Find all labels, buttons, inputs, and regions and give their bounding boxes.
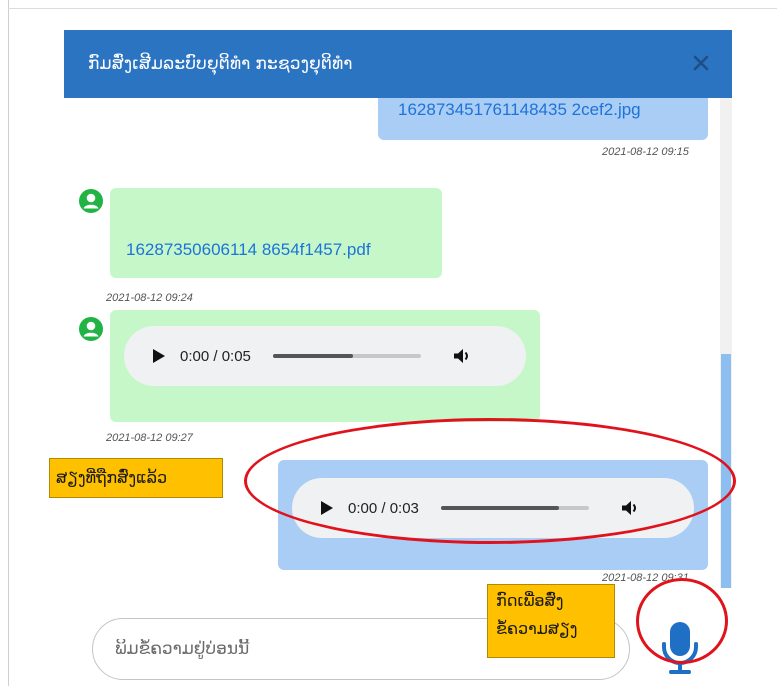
message-timestamp: 2021-08-12 09:31 xyxy=(602,572,689,584)
audio-buffered-fill xyxy=(272,354,353,358)
mic-hint-line1: ກົດເພື່ອສົ່ງ xyxy=(496,591,564,610)
window-top-border xyxy=(8,0,777,9)
message-composer xyxy=(64,588,732,686)
volume-icon[interactable] xyxy=(453,347,471,365)
attachment-link[interactable]: 16287350606114 8654f1457.pdf xyxy=(126,240,371,260)
chat-scrollbar[interactable] xyxy=(720,98,732,588)
received-message-bubble: 16287350606114 8654f1457.pdf xyxy=(110,188,442,278)
microphone-icon[interactable] xyxy=(656,616,704,680)
message-timestamp: 2021-08-12 09:27 xyxy=(106,432,193,444)
sent-voice-callout-text: ສຽງທີ່ຖືກສົ່ງແລ້ວ xyxy=(56,468,168,487)
attachment-link[interactable]: 162873451761148435 2cef2.jpg xyxy=(398,100,641,120)
volume-icon[interactable] xyxy=(621,499,639,517)
audio-time: 0:00 / 0:03 xyxy=(348,499,419,517)
message-timestamp: 2021-08-12 09:15 xyxy=(602,146,689,158)
user-avatar-icon xyxy=(78,188,104,214)
audio-time: 0:00 / 0:05 xyxy=(180,347,251,365)
sent-voice-callout: ສຽງທີ່ຖືກສົ່ງແລ້ວ xyxy=(49,458,223,498)
audio-player[interactable]: 0:00 / 0:05 xyxy=(124,326,526,386)
chat-dialog: ກົມສົ່ງເສີມລະບົບຍຸຕິທຳ ກະຊວງຍຸຕິທຳ 16287… xyxy=(64,30,732,686)
message-list[interactable]: 162873451761148435 2cef2.jpg 2021-08-12 … xyxy=(64,98,732,588)
dialog-header: ກົມສົ່ງເສີມລະບົບຍຸຕິທຳ ກະຊວງຍຸຕິທຳ xyxy=(64,30,732,98)
play-icon[interactable] xyxy=(152,348,168,364)
mic-hint-line2: ຂໍ້ຄວາມສຽງ xyxy=(496,619,578,638)
audio-progress-bar[interactable] xyxy=(440,506,589,510)
play-icon[interactable] xyxy=(320,500,336,516)
close-icon[interactable] xyxy=(690,52,712,74)
mic-hint-callout: ກົດເພື່ອສົ່ງ ຂໍ້ຄວາມສຽງ xyxy=(487,584,615,658)
audio-player[interactable]: 0:00 / 0:03 xyxy=(292,478,694,538)
audio-buffered-fill xyxy=(440,506,560,510)
chat-scrollbar-thumb[interactable] xyxy=(721,354,731,588)
message-timestamp: 2021-08-12 09:24 xyxy=(106,292,193,304)
audio-progress-bar[interactable] xyxy=(272,354,421,358)
dialog-title: ກົມສົ່ງເສີມລະບົບຍຸຕິທຳ ກະຊວງຍຸຕິທຳ xyxy=(88,54,353,73)
sent-message-bubble: 162873451761148435 2cef2.jpg xyxy=(378,98,708,140)
window-left-border xyxy=(0,0,9,686)
user-avatar-icon xyxy=(78,316,104,342)
